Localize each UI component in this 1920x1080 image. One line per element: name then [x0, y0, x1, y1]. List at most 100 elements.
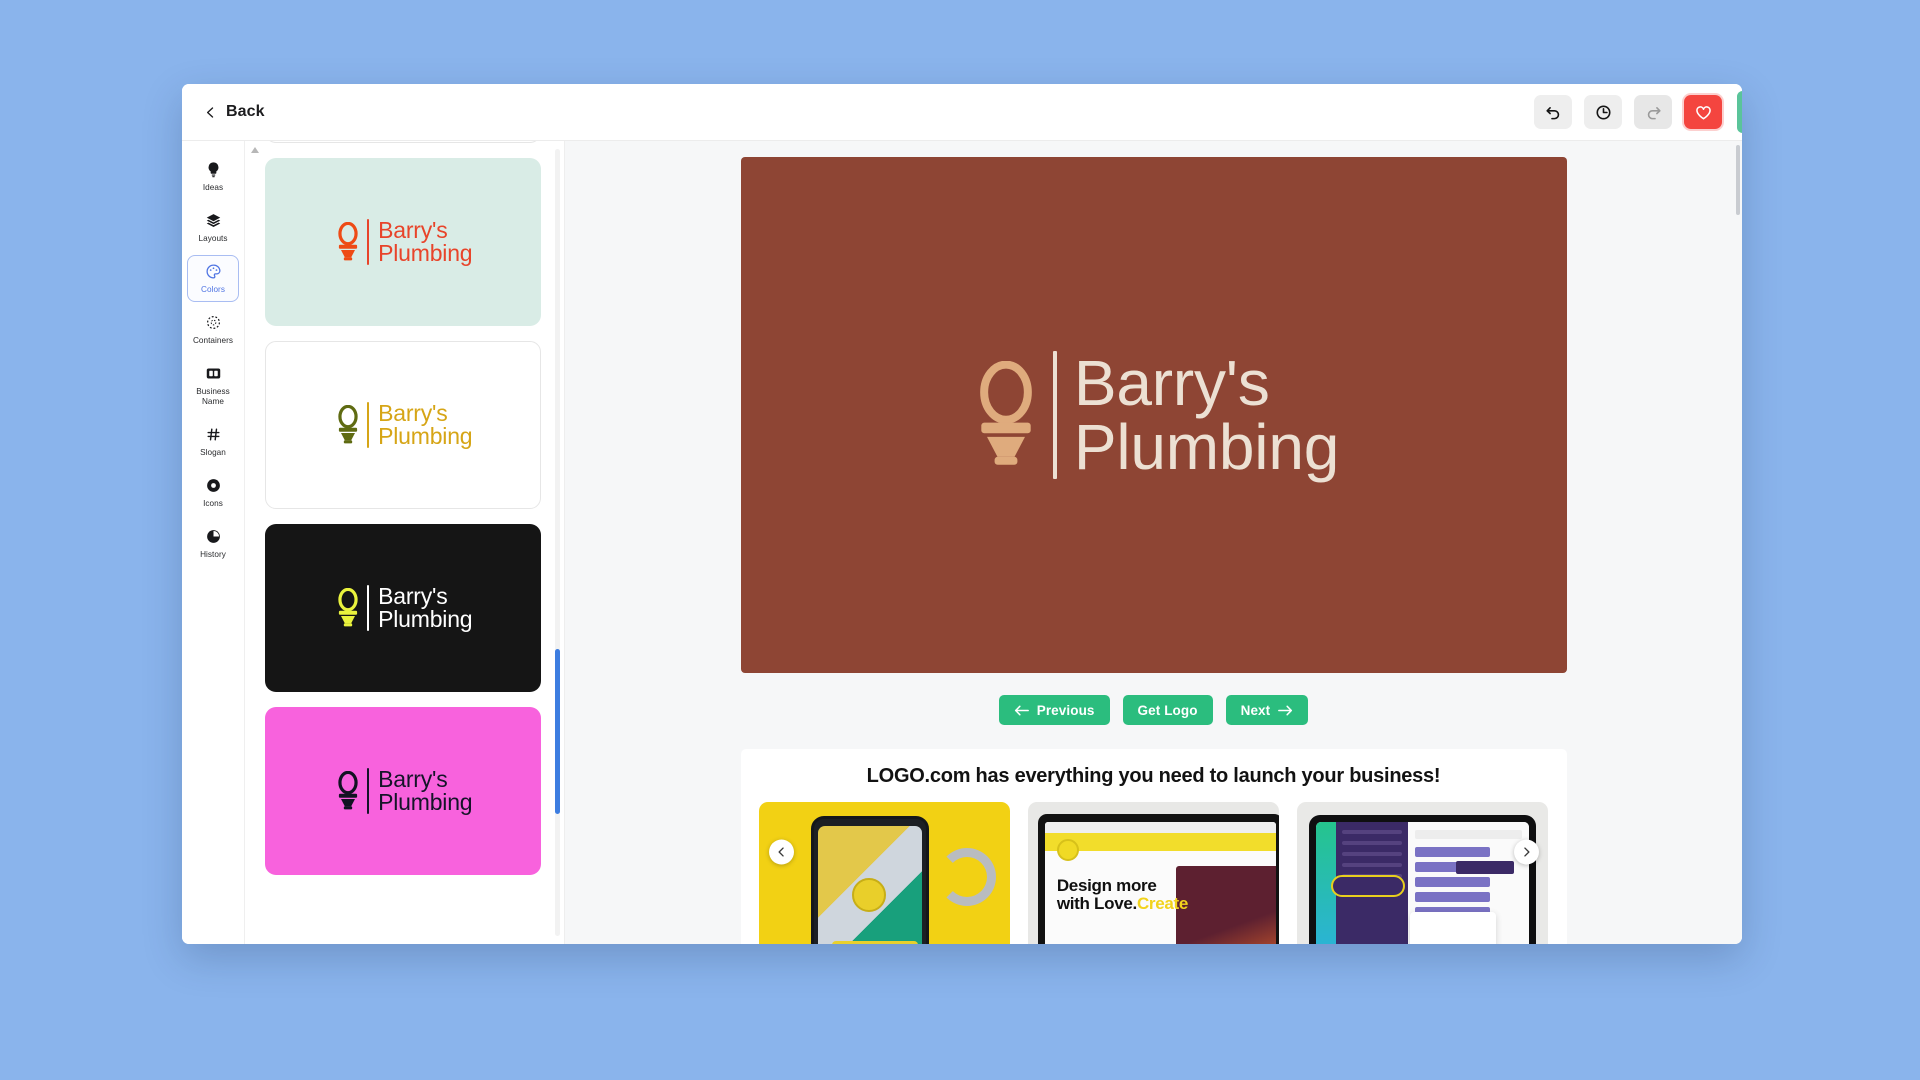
- logo-lockup: Barry's Plumbing: [334, 402, 473, 448]
- logo-lockup: Plumbing: [339, 141, 468, 142]
- promo-prev-button[interactable]: [768, 839, 794, 864]
- logo-variant-card[interactable]: Plumbing: [265, 141, 541, 143]
- brand-line-2: Plumbing: [1073, 411, 1340, 483]
- arrow-right-icon: [1278, 705, 1293, 715]
- logo-preview-card[interactable]: Barry's Plumbing: [740, 157, 1567, 673]
- dashboard-row: [1415, 877, 1491, 887]
- preview-logo-lockup: Barry's Plumbing: [968, 351, 1339, 479]
- toilet-icon: [337, 588, 358, 627]
- history-clock-icon: [1595, 104, 1611, 120]
- lockup-wordmark: Barry's Plumbing: [378, 585, 472, 631]
- promo-title: LOGO.com has everything you need to laun…: [866, 765, 1441, 787]
- chevron-right-icon: [1523, 846, 1530, 857]
- logo-variant-card[interactable]: Barry's Plumbing: [265, 707, 541, 875]
- toilet-icon: [980, 361, 1032, 465]
- phone-screen: [817, 826, 922, 944]
- site-hero-photo: [1176, 866, 1277, 944]
- promo-card-phone-case[interactable]: [758, 802, 1010, 944]
- lockup-wordmark: Barry's Plumbing: [378, 768, 472, 814]
- lockup-divider: [366, 768, 370, 814]
- sidebar-item-ideas[interactable]: Ideas: [187, 153, 239, 200]
- variants-scrollbar-track[interactable]: [555, 149, 560, 936]
- lockup-wordmark: Barry's Plumbing: [378, 402, 472, 448]
- layers-icon: [206, 214, 220, 228]
- top-toolbar: Back: [182, 84, 1742, 141]
- site-logo-badge-icon: [1056, 839, 1079, 861]
- logo-variant-card[interactable]: Barry's Plumbing: [265, 341, 541, 509]
- get-logo-button[interactable]: Get Logo: [1122, 695, 1213, 725]
- favorite-button[interactable]: [1684, 95, 1722, 129]
- logo-variants-list[interactable]: Plumbing: [245, 141, 564, 944]
- promo-card-dashboard[interactable]: [1297, 802, 1549, 944]
- site-hero-text: Design more with Love.Create: [1056, 876, 1189, 913]
- sidebar-item-icons[interactable]: Icons: [187, 469, 239, 516]
- dashboard-row: [1415, 847, 1491, 857]
- icons-badge-icon: [206, 479, 220, 492]
- laptop-screen: Design more with Love.Create: [1044, 822, 1277, 944]
- dashboard-popover: [1410, 912, 1497, 944]
- brand-line-2: Plumbing: [378, 240, 473, 266]
- promo-card-website[interactable]: Design more with Love.Create: [1027, 802, 1280, 944]
- sidebar-row: [1342, 863, 1403, 867]
- toolbar-actions: [1534, 95, 1722, 129]
- sidebar-item-label: Colors: [201, 285, 225, 294]
- sidebar-item-history[interactable]: History: [187, 520, 239, 567]
- canvas-scrollbar-thumb[interactable]: [1736, 145, 1740, 215]
- lockup-divider: [366, 585, 370, 631]
- undo-button[interactable]: [1534, 95, 1572, 129]
- history-pie-icon: [206, 530, 220, 543]
- sidebar-item-label: Ideas: [202, 183, 224, 192]
- logo-preview-canvas: Barry's Plumbing Previous Get Logo Next …: [565, 141, 1742, 944]
- left-nav-rail: Ideas Layouts Colors Containers Business…: [182, 141, 245, 944]
- next-label: Next: [1240, 702, 1271, 718]
- promo-next-button[interactable]: [1513, 839, 1539, 864]
- sidebar-item-label: Icons: [203, 499, 223, 508]
- logo-badge-icon: [851, 878, 886, 912]
- logo-variant-card[interactable]: Barry's Plumbing: [265, 524, 541, 692]
- get-logo-label: Get Logo: [1137, 702, 1198, 718]
- version-history-button[interactable]: [1584, 95, 1622, 129]
- sidebar-item-slogan[interactable]: Slogan: [187, 418, 239, 465]
- lightbulb-icon: [208, 162, 218, 178]
- sidebar-item-label: History: [200, 550, 226, 559]
- sidebar-item-colors[interactable]: Colors: [187, 255, 239, 302]
- sidebar-item-containers[interactable]: Containers: [187, 306, 239, 353]
- redo-button[interactable]: [1634, 95, 1672, 129]
- logo-navigation-row: Previous Get Logo Next: [565, 695, 1742, 725]
- dashboard-action-button: [1456, 861, 1515, 874]
- sidebar-item-label: Business Name: [196, 387, 230, 406]
- arrow-left-icon: [1014, 705, 1029, 715]
- sidebar-item-label: Containers: [192, 336, 234, 345]
- site-hero-line-1: Design more: [1056, 876, 1157, 895]
- logo-maker-window: Back Ideas Layouts Colors Containers Bus…: [182, 84, 1742, 944]
- previous-button[interactable]: Previous: [998, 695, 1110, 725]
- sidebar-item-business-name[interactable]: Business Name: [187, 357, 239, 414]
- next-button[interactable]: Next: [1225, 695, 1309, 725]
- site-hero-line-2: with Love.: [1056, 893, 1137, 913]
- logo-variant-card[interactable]: Barry's Plumbing: [265, 158, 541, 326]
- phone-mockup: [810, 816, 929, 944]
- heart-icon: [1695, 105, 1711, 119]
- lockup-divider: [1052, 351, 1057, 479]
- sidebar-row: [1342, 841, 1403, 845]
- logo-lockup: Barry's Plumbing: [334, 219, 473, 265]
- toilet-icon: [337, 771, 358, 810]
- sidebar-item-layouts[interactable]: Layouts: [187, 204, 239, 251]
- browser-url-bar: [1044, 822, 1277, 833]
- brand-line-2: Plumbing: [378, 606, 473, 632]
- screen-root: Back Ideas Layouts Colors Containers Bus…: [0, 0, 1920, 1080]
- variants-scrollbar-thumb[interactable]: [555, 649, 560, 814]
- tablet-mockup: [1309, 815, 1537, 944]
- brand-line-2: Plumbing: [378, 789, 473, 815]
- site-hero-highlight: Create: [1136, 893, 1189, 913]
- redo-icon: [1647, 106, 1661, 119]
- chevron-left-icon: [206, 106, 214, 118]
- containers-icon: [206, 316, 220, 329]
- sidebar-row: [1342, 830, 1403, 834]
- app-body: Ideas Layouts Colors Containers Business…: [182, 141, 1742, 944]
- green-side-tab[interactable]: [1737, 91, 1742, 133]
- dashboard-logo-chip: [1331, 875, 1406, 897]
- back-button[interactable]: Back: [204, 103, 265, 121]
- lockup-divider: [366, 402, 370, 448]
- slogan-hash-icon: [206, 428, 220, 441]
